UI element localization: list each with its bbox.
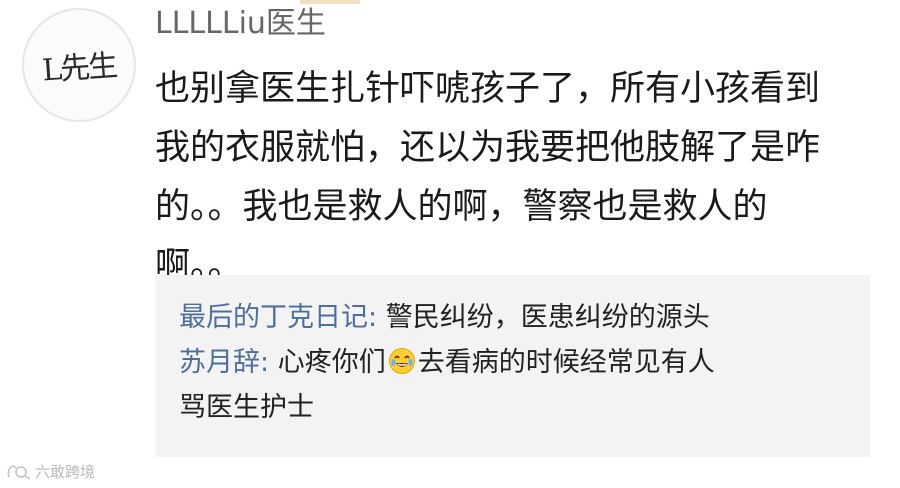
comment-line: 也别拿医生扎针吓唬孩子了，所有小孩看到: [155, 69, 821, 109]
reply-text: 去看病的时候经常见有人: [417, 347, 715, 378]
avatar[interactable]: L先生: [22, 8, 136, 122]
crying-laughing-emoji-icon: [388, 348, 415, 374]
watermark-text: 六敢跨境: [35, 463, 96, 481]
watermark-logo-icon: [7, 464, 31, 480]
watermark: 六敢跨境: [6, 461, 95, 482]
reply-text: 心疼你们: [269, 347, 386, 378]
comment-username[interactable]: LLLLLiu医生: [155, 4, 326, 44]
comment-body: 也别拿医生扎针吓唬孩子了，所有小孩看到 我的衣服就怕，还以为我要把他肢解了是咋 …: [155, 60, 865, 296]
comment-line: 我的衣服就怕，还以为我要把他肢解了是咋: [155, 128, 821, 168]
reply-author[interactable]: 最后的丁克日记:: [179, 302, 377, 333]
reply-item[interactable]: 最后的丁克日记: 警民纠纷，医患纠纷的源头: [179, 295, 846, 340]
reply-author[interactable]: 苏月辞:: [179, 347, 269, 378]
reply-continuation: 骂医生护士: [179, 392, 314, 423]
reply-list: 最后的丁克日记: 警民纠纷，医患纠纷的源头 苏月辞: 心疼你们 去看病的时候经常…: [155, 275, 870, 457]
comment-line: 的。。我也是救人的啊，警察也是救人的: [155, 187, 768, 227]
avatar-label: L先生: [41, 48, 118, 89]
reply-text: 警民纠纷，医患纠纷的源头: [377, 302, 710, 333]
reply-item[interactable]: 苏月辞: 心疼你们 去看病的时候经常见有人: [179, 340, 846, 385]
